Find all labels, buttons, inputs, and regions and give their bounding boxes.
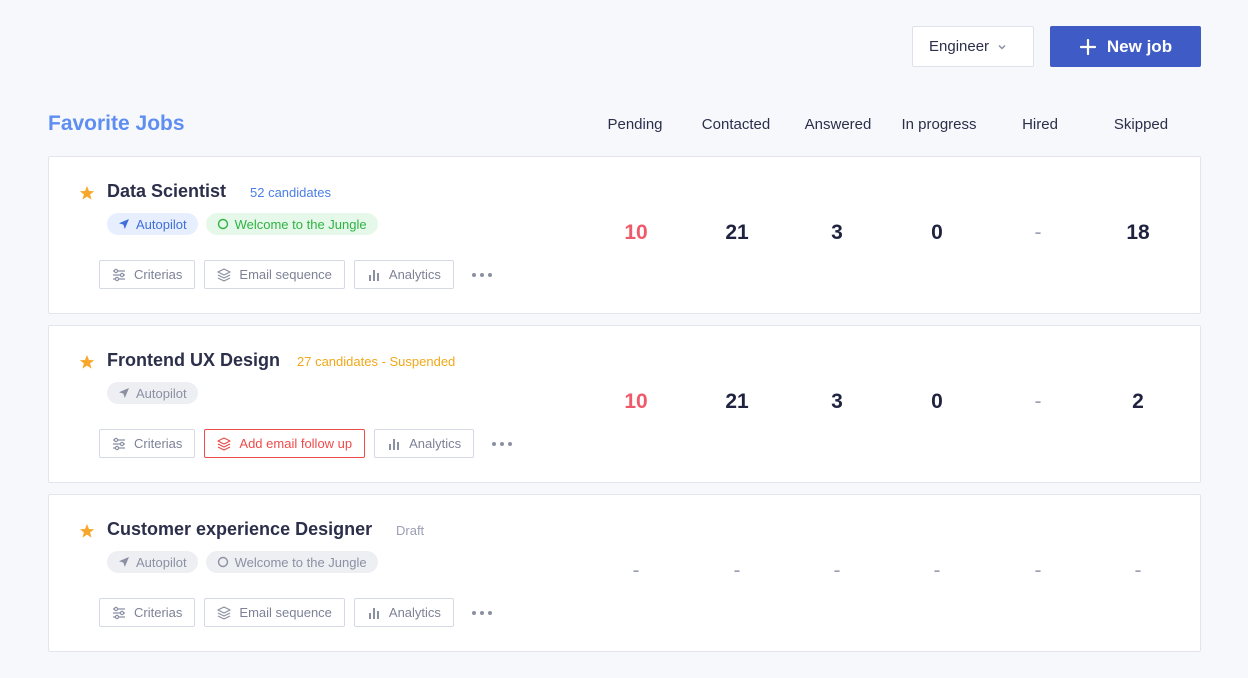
analytics-label: Analytics — [388, 605, 441, 620]
stat-in-progress: 0 — [931, 221, 943, 244]
layers-icon — [217, 605, 232, 620]
job-title[interactable]: Customer experience Designer — [107, 519, 372, 540]
email-sequence-button[interactable]: Email sequence — [204, 260, 345, 289]
navigation-arrow-icon — [119, 557, 129, 567]
section-title: Favorite Jobs — [48, 112, 185, 135]
plus-icon — [1079, 38, 1097, 55]
star-icon[interactable] — [79, 523, 95, 539]
stat-hired: - — [1034, 390, 1042, 413]
autopilot-tag[interactable]: Autopilot — [107, 382, 198, 404]
source-tag-label: Welcome to the Jungle — [234, 554, 367, 570]
email-sequence-button[interactable]: Email sequence — [204, 598, 345, 627]
analytics-button[interactable]: Analytics — [353, 598, 454, 627]
stat-contacted: 21 — [725, 390, 749, 413]
star-icon[interactable] — [79, 354, 95, 370]
criterias-button[interactable]: Criterias — [99, 429, 196, 458]
layers-icon — [217, 267, 232, 282]
criterias-label: Criterias — [134, 436, 183, 451]
bar-chart-icon — [368, 607, 379, 619]
criterias-button[interactable]: Criterias — [99, 598, 196, 627]
column-header-contacted: Contacted — [701, 116, 771, 133]
autopilot-tag[interactable]: Autopilot — [107, 213, 198, 235]
stat-skipped: 18 — [1126, 221, 1150, 244]
stat-contacted: - — [733, 559, 741, 582]
analytics-button[interactable]: Analytics — [353, 260, 454, 289]
stat-in-progress: 0 — [931, 390, 943, 413]
chevron-down-icon — [998, 44, 1006, 50]
job-actions: Criterias Add email follow up Analytics — [99, 429, 521, 458]
stat-contacted: 21 — [725, 221, 749, 244]
bar-chart-icon — [368, 269, 379, 281]
stat-pending: 10 — [624, 390, 648, 413]
more-options-icon[interactable] — [463, 272, 501, 277]
toolbar: Engineer New job — [912, 26, 1201, 67]
analytics-button[interactable]: Analytics — [374, 429, 475, 458]
email-sequence-label: Email sequence — [239, 267, 332, 282]
stat-answered: 3 — [831, 221, 843, 244]
column-header-skipped: Skipped — [1113, 116, 1169, 133]
job-tags: Autopilot Welcome to the Jungle — [107, 213, 378, 235]
job-card[interactable]: Data Scientist 52 candidates Autopilot W… — [48, 156, 1201, 314]
star-icon[interactable] — [79, 185, 95, 201]
email-sequence-label: Email sequence — [239, 605, 332, 620]
role-filter-value: Engineer — [929, 38, 990, 55]
stat-in-progress: - — [933, 559, 941, 582]
sliders-icon — [113, 268, 125, 281]
sync-icon — [217, 556, 228, 568]
draft-status: Draft — [396, 523, 425, 538]
job-actions: Criterias Email sequence Analytics — [99, 260, 501, 289]
more-options-icon[interactable] — [483, 441, 521, 446]
autopilot-tag-label: Autopilot — [136, 554, 187, 570]
autopilot-tag-label: Autopilot — [136, 385, 187, 401]
add-email-follow-up-button[interactable]: Add email follow up — [204, 429, 366, 458]
analytics-label: Analytics — [409, 436, 462, 451]
navigation-arrow-icon — [119, 219, 129, 229]
autopilot-tag[interactable]: Autopilot — [107, 551, 198, 573]
stat-hired: - — [1034, 221, 1042, 244]
sliders-icon — [113, 606, 125, 619]
column-header-in-progress: In progress — [901, 116, 977, 133]
stat-skipped: - — [1134, 559, 1142, 582]
job-card[interactable]: Frontend UX Design 27 candidates - Suspe… — [48, 325, 1201, 483]
column-header-pending: Pending — [607, 116, 663, 133]
job-title[interactable]: Data Scientist — [107, 181, 226, 202]
column-header-hired: Hired — [1022, 116, 1058, 133]
new-job-button[interactable]: New job — [1050, 26, 1201, 67]
sliders-icon — [113, 437, 125, 450]
source-tag[interactable]: Welcome to the Jungle — [205, 551, 378, 573]
add-email-follow-up-label: Add email follow up — [239, 436, 353, 451]
stat-answered: - — [833, 559, 841, 582]
autopilot-tag-label: Autopilot — [136, 216, 187, 232]
stat-skipped: 2 — [1132, 390, 1144, 413]
more-options-icon[interactable] — [463, 610, 501, 615]
source-tag[interactable]: Welcome to the Jungle — [205, 213, 378, 235]
role-filter-dropdown[interactable]: Engineer — [912, 26, 1034, 67]
criterias-label: Criterias — [134, 605, 183, 620]
job-tags: Autopilot Welcome to the Jungle — [107, 551, 378, 573]
candidate-count[interactable]: 27 candidates - Suspended — [297, 354, 455, 369]
sync-icon — [217, 218, 228, 230]
table-header: Favorite Jobs Pending Contacted Answered… — [48, 112, 1201, 138]
stat-hired: - — [1034, 559, 1042, 582]
stat-pending: - — [632, 559, 640, 582]
column-header-answered: Answered — [804, 116, 872, 133]
navigation-arrow-icon — [119, 388, 129, 398]
job-title[interactable]: Frontend UX Design — [107, 350, 280, 371]
job-tags: Autopilot — [107, 382, 198, 404]
layers-icon — [217, 436, 232, 451]
stat-answered: 3 — [831, 390, 843, 413]
criterias-button[interactable]: Criterias — [99, 260, 196, 289]
analytics-label: Analytics — [388, 267, 441, 282]
job-actions: Criterias Email sequence Analytics — [99, 598, 501, 627]
bar-chart-icon — [389, 438, 400, 450]
job-card[interactable]: Customer experience Designer Draft Autop… — [48, 494, 1201, 652]
stat-pending: 10 — [624, 221, 648, 244]
criterias-label: Criterias — [134, 267, 183, 282]
candidate-count[interactable]: 52 candidates — [250, 185, 331, 200]
source-tag-label: Welcome to the Jungle — [234, 216, 367, 232]
new-job-label: New job — [1106, 36, 1173, 56]
